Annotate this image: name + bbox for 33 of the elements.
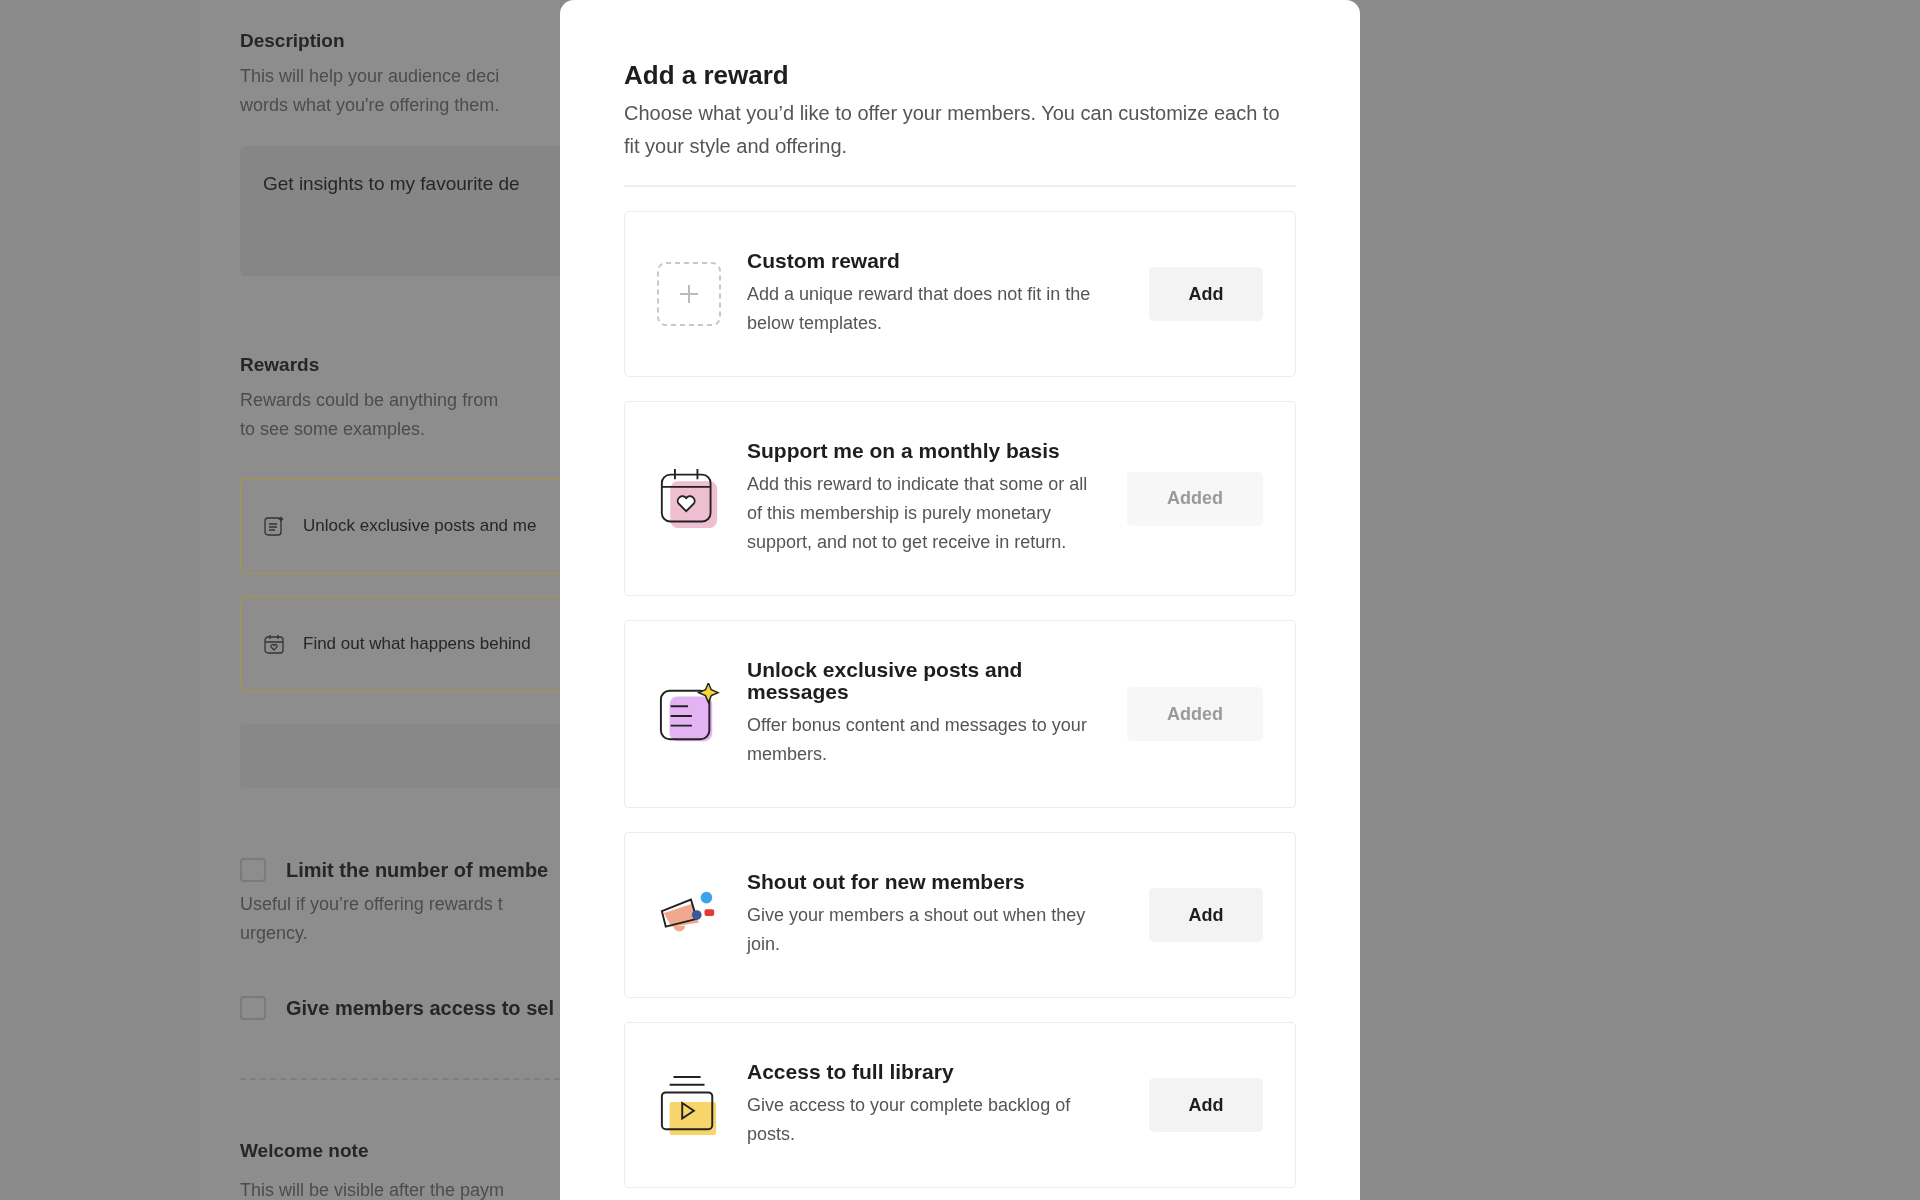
add-button[interactable]: Add: [1149, 1078, 1263, 1132]
rewards-description: Rewards could be anything from to see some examples.: [240, 389, 500, 441]
reward-item-label: Unlock exclusive posts and me: [303, 516, 537, 536]
reward-description: Give access to your complete backlog of posts.: [747, 1094, 1072, 1146]
document-icon: [263, 515, 285, 537]
description-field[interactable]: Get insights to my favourite de: [240, 146, 560, 276]
reward-title: Shout out for new members: [747, 871, 1026, 893]
reward-title: Access to full library: [747, 1061, 955, 1083]
section-heading: Description: [240, 29, 346, 52]
add-button[interactable]: Add: [1149, 888, 1263, 942]
reward-title: Unlock exclusive posts and messages: [747, 659, 1024, 703]
reward-item[interactable]: Find out what happens behind: [240, 596, 560, 692]
reward-description: Add a unique reward that does not fit in the below templates.: [747, 283, 1092, 335]
add-button[interactable]: Add: [1149, 267, 1263, 321]
reward-description: Give your members a shout out when they join.: [747, 904, 1087, 956]
modal-title: Add a reward: [624, 60, 790, 91]
add-reward-bar[interactable]: [240, 724, 560, 788]
reward-title: Support me on a monthly basis: [747, 440, 1061, 462]
option-label: Limit the number of membe: [286, 858, 549, 882]
reward-description: Add this reward to indicate that some or all of this membership is purely monetary support, and not to get receive in return.: [747, 473, 1089, 554]
modal-subtitle: Choose what you’d like to offer your members. You can customize each to fit your style and offering.: [624, 101, 1281, 159]
option-hint: Useful if you’re offering rewards t urgency.: [240, 893, 504, 945]
reward-item[interactable]: Unlock exclusive posts and me: [240, 478, 560, 574]
description-text: This will help your audience deci words what you're offering them.: [240, 65, 501, 117]
plus-icon: [657, 262, 721, 326]
calendar-heart-icon: [659, 466, 719, 531]
reward-description: Offer bonus content and messages to your members.: [747, 714, 1088, 766]
section-heading: Welcome note: [240, 1139, 370, 1162]
option-label: Give members access to sel: [286, 996, 554, 1020]
welcome-text: This will be visible after the paym: [240, 1179, 506, 1200]
reward-item-label: Find out what happens behind: [303, 634, 531, 654]
section-heading: Rewards: [240, 353, 321, 376]
reward-title: Custom reward: [747, 250, 901, 272]
